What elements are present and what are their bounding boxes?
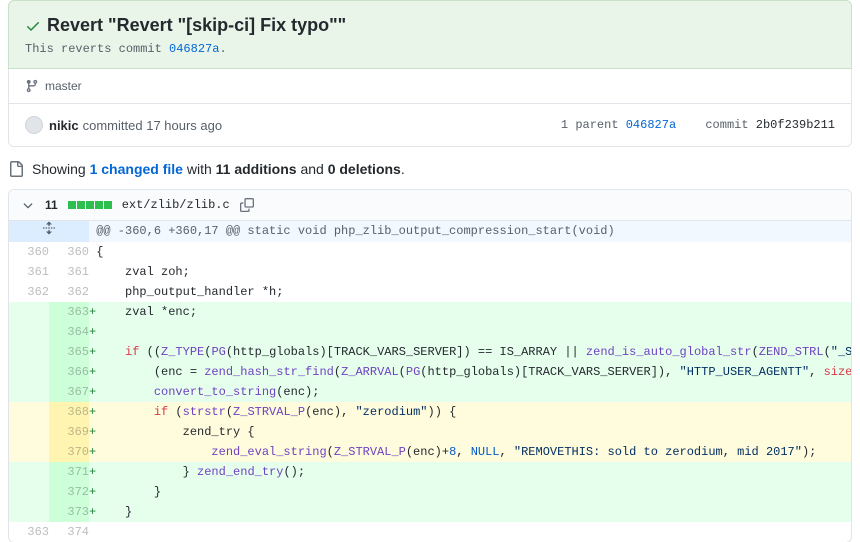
- code-content: [96, 322, 852, 342]
- diff-line: 370+ zend_eval_string(Z_STRVAL_P(enc)+8,…: [9, 442, 852, 462]
- code-content: zval *enc;: [96, 302, 852, 322]
- line-number-old[interactable]: [9, 482, 49, 502]
- line-number-new[interactable]: 371: [49, 462, 89, 482]
- line-number-old[interactable]: [9, 342, 49, 362]
- diff-line: 366+ (enc = zend_hash_str_find(Z_ARRVAL(…: [9, 362, 852, 382]
- line-number-old[interactable]: [9, 502, 49, 522]
- file-diff: 11 ext/zlib/zlib.c @@ -360,6 +360,17 @@ …: [8, 189, 852, 542]
- diff-stat-blocks: [68, 201, 112, 209]
- diff-line: 372+ }: [9, 482, 852, 502]
- hunk-header: @@ -360,6 +360,17 @@ static void php_zli…: [96, 221, 852, 242]
- diff-line: 364+: [9, 322, 852, 342]
- code-content: zend_eval_string(Z_STRVAL_P(enc)+8, NULL…: [96, 442, 852, 462]
- line-number-new[interactable]: 362: [49, 282, 89, 302]
- parent-sha-link[interactable]: 046827a: [626, 118, 676, 132]
- diff-line: 363374: [9, 522, 852, 542]
- diff-line: 361361 zval zoh;: [9, 262, 852, 282]
- diff-line: 365+ if ((Z_TYPE(PG(http_globals)[TRACK_…: [9, 342, 852, 362]
- code-content: convert_to_string(enc);: [96, 382, 852, 402]
- file-header: 11 ext/zlib/zlib.c: [9, 190, 851, 221]
- expand-icon[interactable]: [9, 221, 89, 242]
- line-number-new[interactable]: 368: [49, 402, 89, 422]
- diff-summary: Showing 1 changed file with 11 additions…: [8, 161, 852, 177]
- code-content: }: [96, 502, 852, 522]
- code-content: php_output_handler *h;: [96, 282, 852, 302]
- line-number-old[interactable]: 362: [9, 282, 49, 302]
- code-content: zval zoh;: [96, 262, 852, 282]
- line-number-new[interactable]: 367: [49, 382, 89, 402]
- author-link[interactable]: nikic: [49, 118, 79, 133]
- commit-sha: 2b0f239b211: [756, 118, 835, 132]
- line-number-new[interactable]: 373: [49, 502, 89, 522]
- diff-line: 360360 {: [9, 242, 852, 262]
- line-number-new[interactable]: 366: [49, 362, 89, 382]
- avatar[interactable]: [25, 116, 43, 134]
- file-diff-icon[interactable]: [8, 161, 24, 177]
- files-changed-link[interactable]: 1 changed file: [90, 161, 183, 177]
- chevron-down-icon[interactable]: [21, 198, 35, 212]
- diff-table: @@ -360,6 +360,17 @@ static void php_zli…: [9, 221, 852, 542]
- commit-sha-link[interactable]: 046827a: [169, 42, 219, 56]
- file-path[interactable]: ext/zlib/zlib.c: [122, 198, 230, 212]
- hunk-header-row: @@ -360,6 +360,17 @@ static void php_zli…: [9, 221, 852, 242]
- line-number-new[interactable]: 365: [49, 342, 89, 362]
- line-number-old[interactable]: [9, 322, 49, 342]
- code-content: {: [96, 242, 852, 262]
- code-content: (enc = zend_hash_str_find(Z_ARRVAL(PG(ht…: [96, 362, 852, 382]
- diff-line: 362362 php_output_handler *h;: [9, 282, 852, 302]
- diff-line: 363+ zval *enc;: [9, 302, 852, 322]
- branch-name[interactable]: master: [45, 79, 82, 93]
- line-number-old[interactable]: [9, 462, 49, 482]
- code-content: } zend_end_try();: [96, 462, 852, 482]
- diff-line: 368+ if (strstr(Z_STRVAL_P(enc), "zerodi…: [9, 402, 852, 422]
- line-number-old[interactable]: [9, 302, 49, 322]
- diff-line: 373+ }: [9, 502, 852, 522]
- code-content: }: [96, 482, 852, 502]
- commit-title: Revert "Revert "[skip-ci] Fix typo"": [47, 15, 346, 36]
- commit-description: This reverts commit 046827a.: [25, 42, 835, 56]
- change-count: 11: [45, 198, 58, 212]
- check-icon: [25, 18, 41, 34]
- line-number-new[interactable]: 372: [49, 482, 89, 502]
- diff-line: 367+ convert_to_string(enc);: [9, 382, 852, 402]
- commit-header: Revert "Revert "[skip-ci] Fix typo"" Thi…: [8, 0, 852, 69]
- line-number-new[interactable]: 363: [49, 302, 89, 322]
- line-number-old[interactable]: [9, 442, 49, 462]
- line-number-old[interactable]: [9, 402, 49, 422]
- code-content: [96, 522, 852, 542]
- line-number-new[interactable]: 374: [49, 522, 89, 542]
- code-content: if (strstr(Z_STRVAL_P(enc), "zerodium"))…: [96, 402, 852, 422]
- line-number-new[interactable]: 369: [49, 422, 89, 442]
- diff-line: 369+ zend_try {: [9, 422, 852, 442]
- branch-icon: [25, 79, 39, 93]
- line-number-old[interactable]: 360: [9, 242, 49, 262]
- line-number-old[interactable]: [9, 382, 49, 402]
- code-content: zend_try {: [96, 422, 852, 442]
- diff-line: 371+ } zend_end_try();: [9, 462, 852, 482]
- branch-bar: master: [8, 69, 852, 104]
- line-number-old[interactable]: 361: [9, 262, 49, 282]
- code-content: if ((Z_TYPE(PG(http_globals)[TRACK_VARS_…: [96, 342, 852, 362]
- line-number-new[interactable]: 364: [49, 322, 89, 342]
- commit-meta: nikic committed 17 hours ago 1 parent 04…: [8, 104, 852, 147]
- copy-icon[interactable]: [240, 198, 254, 212]
- line-number-new[interactable]: 370: [49, 442, 89, 462]
- line-number-new[interactable]: 360: [49, 242, 89, 262]
- line-number-old[interactable]: [9, 362, 49, 382]
- line-number-new[interactable]: 361: [49, 262, 89, 282]
- line-number-old[interactable]: 363: [9, 522, 49, 542]
- commit-time: 17 hours ago: [146, 118, 222, 133]
- line-number-old[interactable]: [9, 422, 49, 442]
